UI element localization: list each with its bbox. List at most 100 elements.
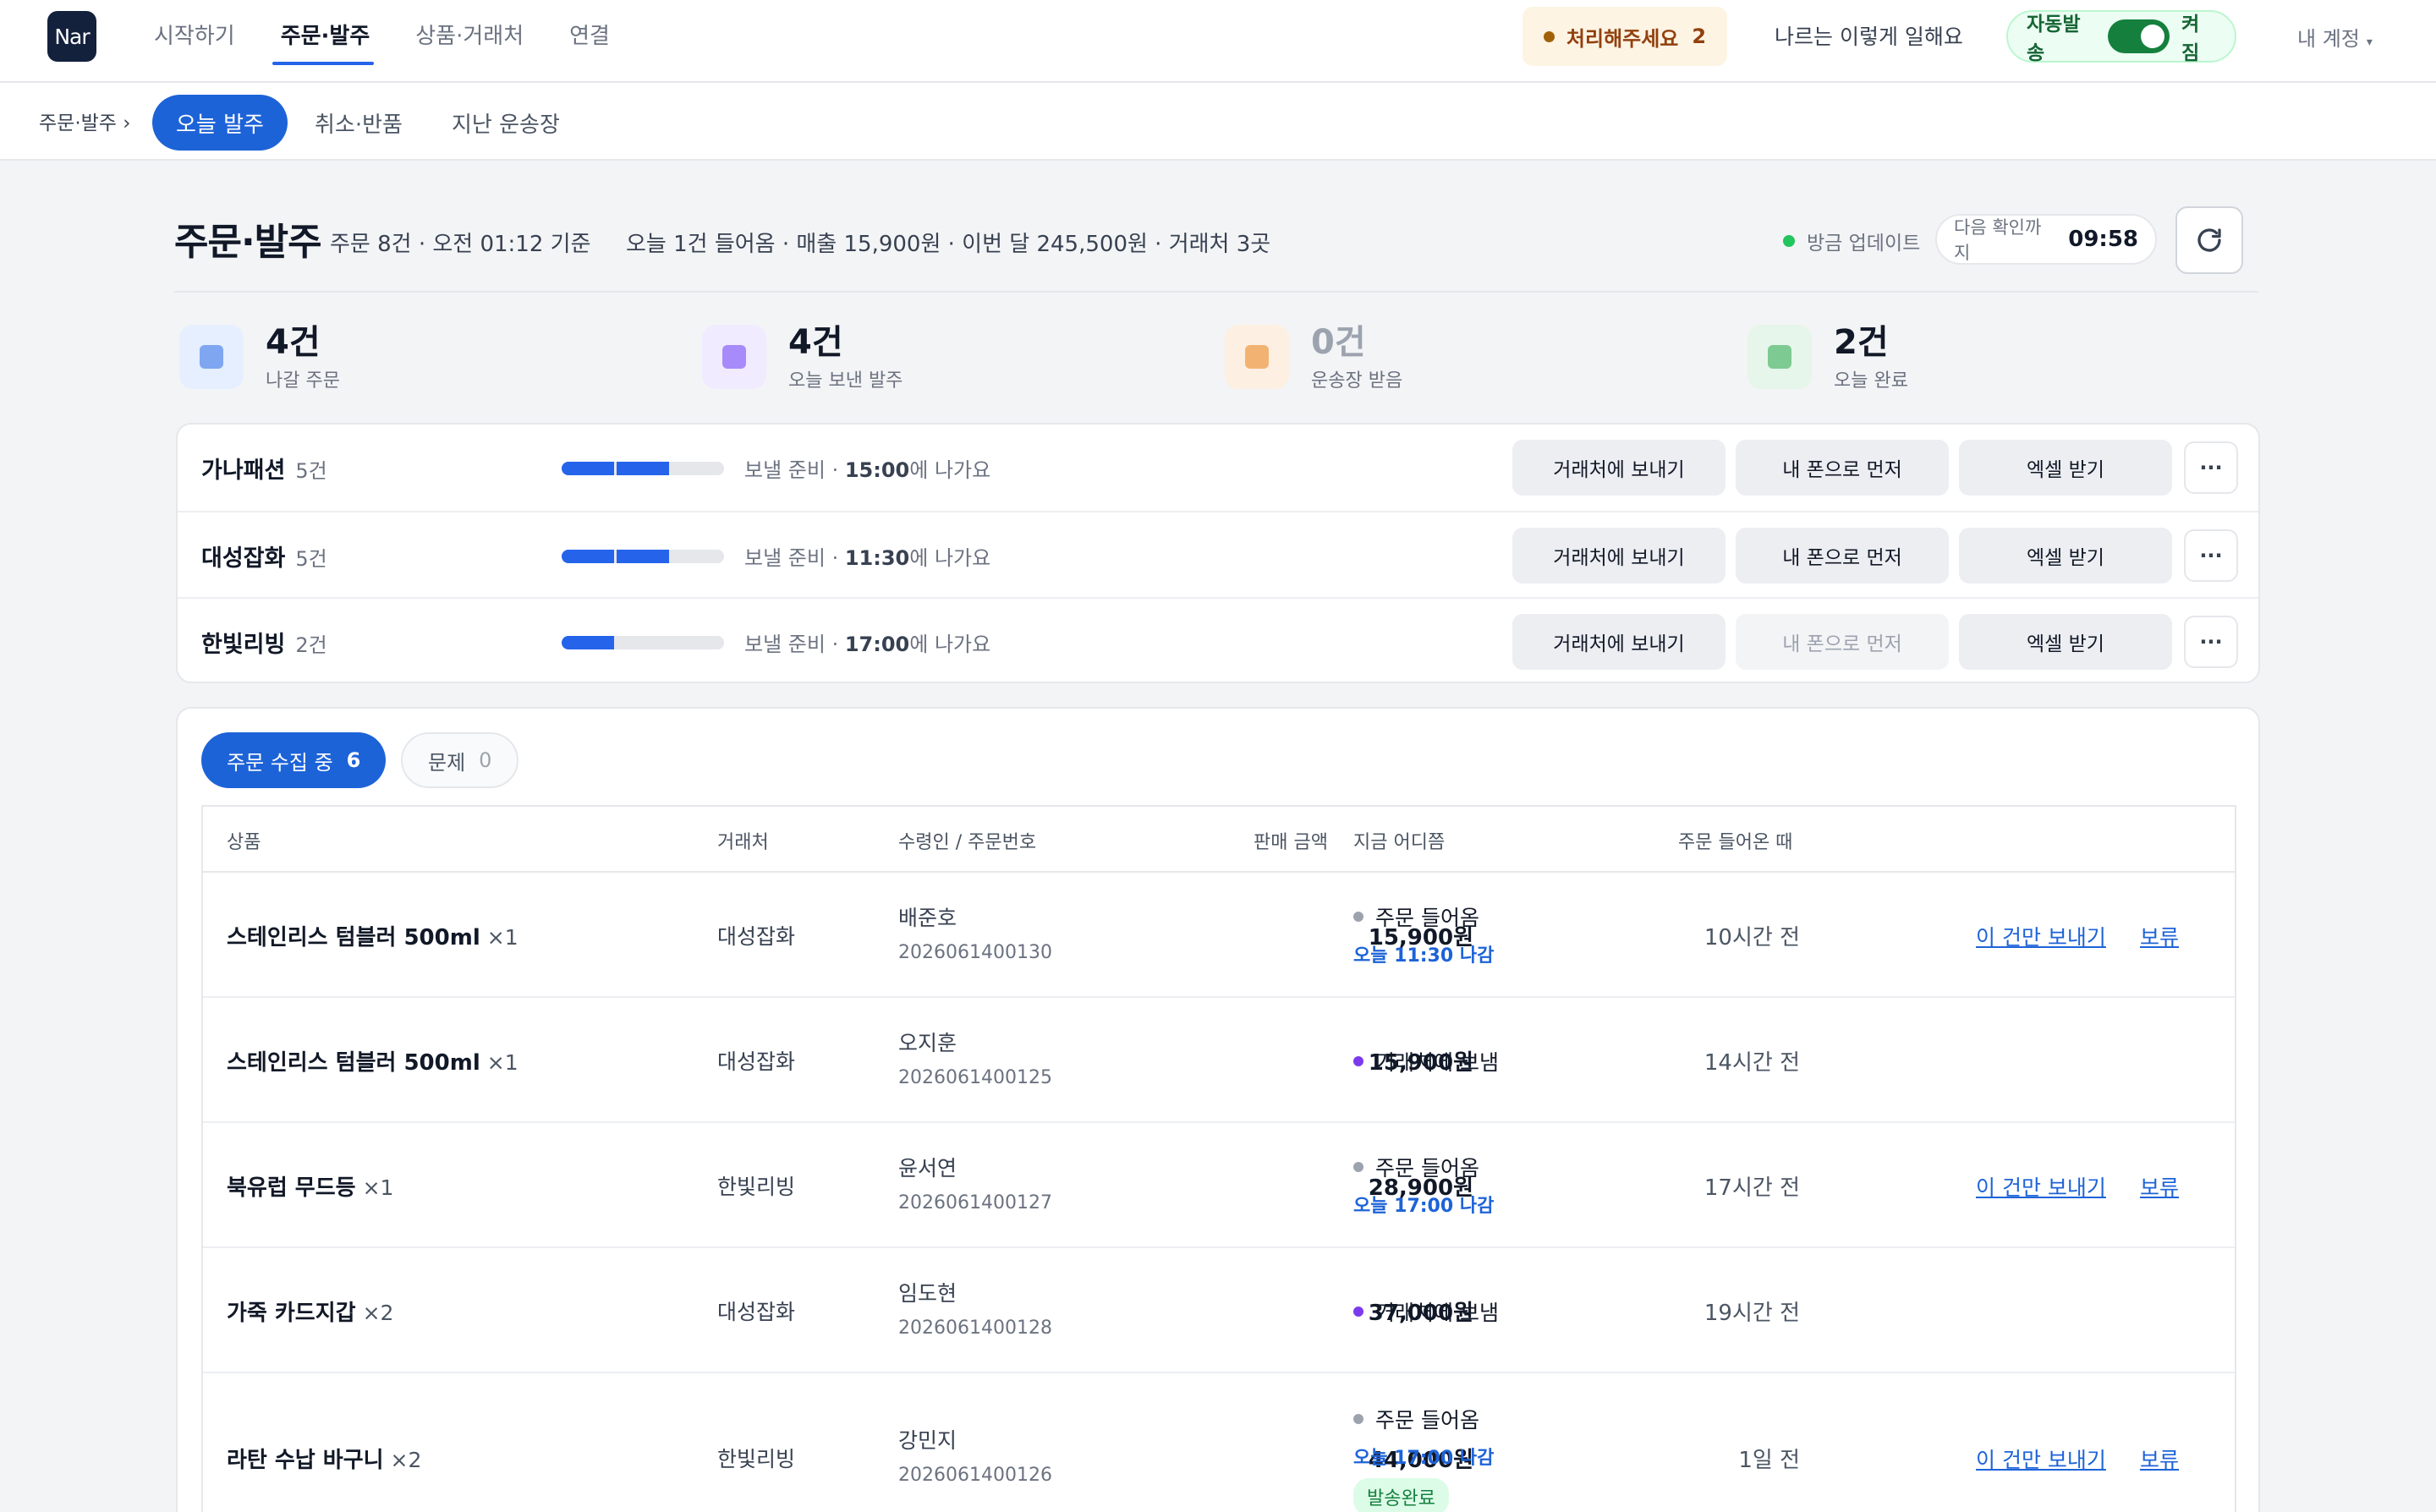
send-to-my-phone-button[interactable]: 내 폰으로 먼저 [1736, 614, 1949, 670]
vendor-row: 가나패션 5건 보낼 준비 · 15:00에 나가요 거래처에 보내기 내 폰으로 먼저… [178, 425, 2258, 511]
breadcrumb[interactable]: 주문·발주 › [39, 107, 130, 135]
send-to-vendor-button[interactable]: 거래처에 보내기 [1512, 614, 1726, 670]
download-excel-button[interactable]: 엑셀 받기 [1959, 528, 2172, 583]
stat-icon [1747, 325, 1812, 389]
nav-orders[interactable]: 주문·발주 [264, 0, 387, 68]
tab-collecting-orders[interactable]: 주문 수집 중 6 [201, 732, 387, 788]
vendor-progress-bar [562, 550, 724, 563]
progress-segment [617, 550, 669, 563]
status-dot-icon [1353, 1162, 1363, 1172]
product-name: 라탄 수납 바구니 ×2 [227, 1443, 421, 1474]
product-title: 북유럽 무드등 [227, 1175, 356, 1201]
recipient-name: 윤서연 [898, 1156, 957, 1181]
progress-segment [672, 636, 724, 649]
stat-label: 운송장 받음 [1311, 370, 1403, 392]
order-number: 2026061400130 [898, 942, 1052, 963]
send-this-order-link[interactable]: 이 건만 보내기 [1976, 1444, 2106, 1474]
send-this-order-link[interactable]: 이 건만 보내기 [1976, 1171, 2106, 1202]
next-check-timer: 다음 확인까지 09:58 [1935, 214, 2157, 265]
hold-order-link[interactable]: 보류 [2140, 921, 2179, 951]
live-dot-icon [1783, 235, 1795, 247]
auto-ship-label: 자동발송 [2027, 14, 2081, 64]
send-this-order-link[interactable]: 이 건만 보내기 [1976, 921, 2106, 951]
tab-cancel-return[interactable]: 취소·반품 [291, 95, 426, 151]
summary-stat: 0건 운송장 받음 [1221, 315, 1661, 399]
column-header[interactable]: 수령인 / 주문번호 [898, 827, 1036, 854]
nav-getting-started[interactable]: 시작하기 [137, 0, 252, 68]
column-header[interactable]: 상품 [227, 827, 261, 854]
column-header[interactable]: 거래처 [717, 827, 769, 854]
header-divider [174, 291, 2258, 293]
column-header[interactable]: 판매 금액 [1254, 827, 1328, 854]
send-to-my-phone-button[interactable]: 내 폰으로 먼저 [1736, 528, 1949, 583]
order-number: 2026061400125 [898, 1067, 1052, 1088]
next-check-label: 다음 확인까지 [1954, 217, 2042, 263]
table-row[interactable]: 스테인리스 텀블러 500ml ×1 대성잡화 배준호 2026061400130 15,… [203, 873, 2235, 998]
vendor-dispatch-time: 17:00 [844, 633, 910, 656]
download-excel-button[interactable]: 엑셀 받기 [1959, 440, 2172, 496]
dispatch-eta: 오늘 17:00 나감 [1353, 1448, 1495, 1469]
vendor-dispatch-time: 15:00 [844, 458, 910, 482]
product-name: 스테인리스 텀블러 500ml ×1 [227, 1045, 518, 1076]
page-title: 주문·발주 [174, 221, 322, 264]
product-quantity: ×2 [362, 1301, 394, 1325]
auto-ship-toggle[interactable]: 자동발송 켜짐 [2006, 10, 2236, 64]
progress-segment [672, 462, 724, 475]
status-dot-icon [1353, 1414, 1363, 1424]
vendor-row: 대성잡화 5건 보낼 준비 · 11:30에 나가요 거래처에 보내기 내 폰으로 먼저… [178, 511, 2258, 597]
tab-problems[interactable]: 문제 0 [401, 732, 519, 788]
summary-stat: 4건 나갈 주문 [176, 315, 616, 399]
table-row[interactable]: 가죽 카드지갑 ×2 대성잡화 임도현 2026061400128 37,000원 거래처에… [203, 1248, 2235, 1373]
refresh-button[interactable] [2175, 206, 2243, 274]
status-dot-icon [1353, 1307, 1363, 1317]
hold-order-link[interactable]: 보류 [2140, 1444, 2179, 1474]
product-name: 북유럽 무드등 ×1 [227, 1170, 393, 1202]
nav-products-vendors[interactable]: 상품·거래처 [398, 0, 540, 68]
shipped-badge: 발송완료 [1353, 1478, 1449, 1512]
hold-order-link[interactable]: 보류 [2140, 1171, 2179, 1202]
vendor-cell: 대성잡화 [717, 924, 796, 949]
tab-today-orders[interactable]: 오늘 발주 [152, 95, 288, 151]
product-quantity: ×1 [486, 1050, 518, 1075]
action-needed-badge[interactable]: 처리해주세요 2 [1522, 7, 1727, 66]
square-icon [1768, 345, 1791, 369]
column-header[interactable]: 지금 어디쯤 [1353, 827, 1445, 854]
account-menu[interactable]: 내 계정 ▾ [2297, 22, 2373, 52]
send-to-my-phone-button[interactable]: 내 폰으로 먼저 [1736, 440, 1949, 496]
square-icon [722, 345, 746, 369]
dispatch-eta: 오늘 17:00 나감 [1353, 1196, 1495, 1217]
order-status: 주문 들어옴 [1353, 1152, 1479, 1182]
table-row[interactable]: 스테인리스 텀블러 500ml ×1 대성잡화 오지훈 2026061400125 15,… [203, 998, 2235, 1123]
send-to-vendor-button[interactable]: 거래처에 보내기 [1512, 528, 1726, 583]
product-quantity: ×2 [390, 1448, 422, 1472]
column-header[interactable]: 주문 들어온 때 [1678, 827, 1792, 854]
summary-stat: 4건 오늘 보낸 발주 [699, 315, 1138, 399]
order-status-label: 주문 들어옴 [1375, 1408, 1479, 1433]
order-status-label: 거래처에 보냄 [1375, 1301, 1499, 1325]
nav-connections[interactable]: 연결 [552, 0, 627, 68]
stat-label: 나갈 주문 [266, 370, 340, 392]
more-options-icon[interactable]: ··· [2184, 616, 2238, 668]
tab-past-waybills[interactable]: 지난 운송장 [428, 95, 584, 151]
send-to-vendor-button[interactable]: 거래처에 보내기 [1512, 440, 1726, 496]
app-logo[interactable]: Nar [47, 11, 96, 62]
update-status-label: 방금 업데이트 [1807, 233, 1921, 255]
status-dot-icon [1353, 1056, 1363, 1066]
toggle-switch[interactable] [2107, 19, 2170, 53]
next-check-time: 09:58 [2068, 227, 2138, 252]
table-row[interactable]: 라탄 수납 바구니 ×2 한빛리빙 강민지 2026061400126 44,000원 주문… [203, 1373, 2235, 1512]
vendor-name-label: 대성잡화 [201, 545, 286, 572]
stat-value: 2건 [1834, 323, 1889, 362]
vendor-status: 보낼 준비 · 17:00에 나가요 [744, 627, 990, 657]
download-excel-button[interactable]: 엑셀 받기 [1959, 614, 2172, 670]
more-options-icon[interactable]: ··· [2184, 441, 2238, 494]
tab-problems-count: 0 [479, 748, 492, 772]
progress-segment [617, 636, 669, 649]
vendor-order-count: 5건 [295, 459, 327, 483]
vendor-row: 한빛리빙 2건 보낼 준비 · 17:00에 나가요 거래처에 보내기 내 폰으로 먼저… [178, 597, 2258, 683]
how-it-works-link[interactable]: 나르는 이렇게 일해요 [1775, 20, 1963, 51]
vendor-cell: 대성잡화 [717, 1049, 796, 1074]
more-options-icon[interactable]: ··· [2184, 529, 2238, 582]
stat-icon [702, 325, 766, 389]
table-row[interactable]: 북유럽 무드등 ×1 한빛리빙 윤서연 2026061400127 28,900원 주문 들… [203, 1123, 2235, 1248]
